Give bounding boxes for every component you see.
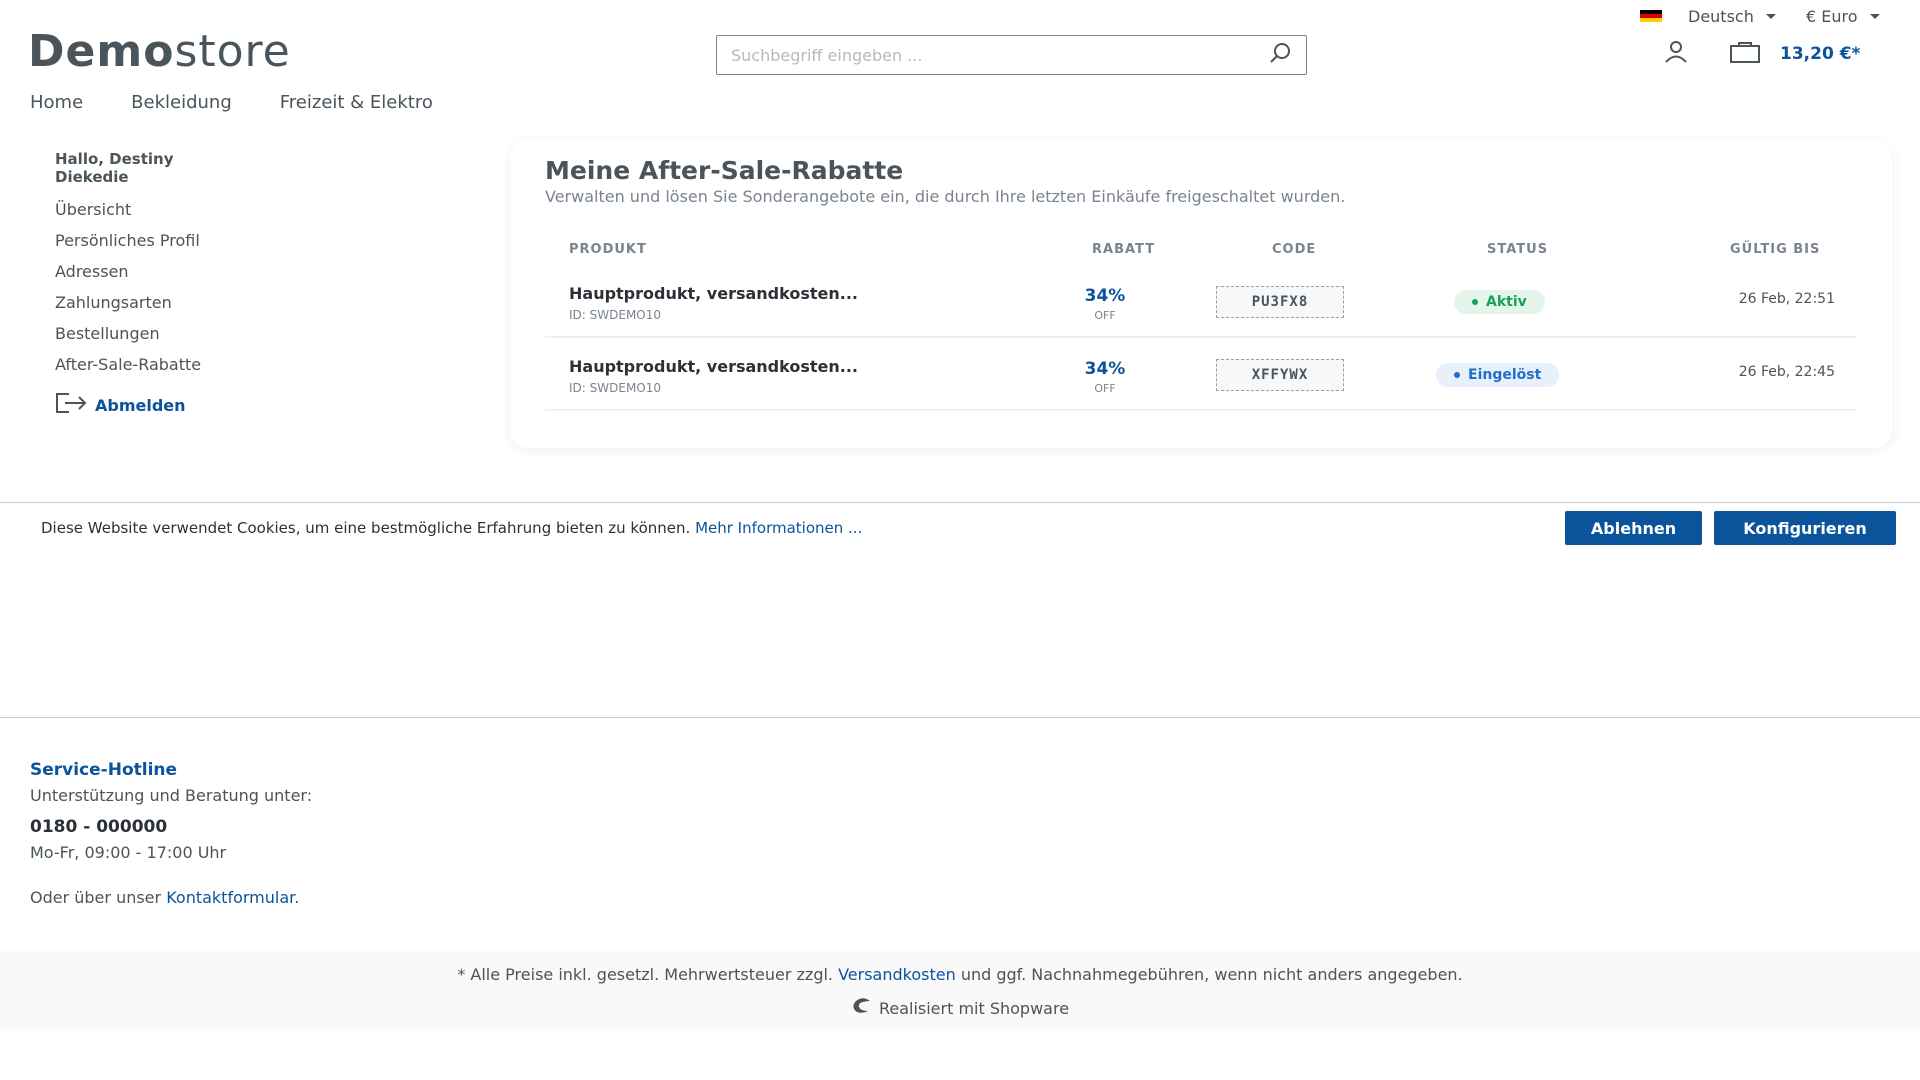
account-icon[interactable]: [1662, 38, 1690, 70]
chevron-down-icon: [1869, 13, 1880, 19]
discount-code[interactable]: XFFYWX: [1216, 359, 1344, 391]
shopware-logo-icon: [851, 997, 873, 1019]
footer-contact: Oder über unser Kontaktformular.: [30, 888, 299, 907]
footer-bottom-bar: * Alle Preise inkl. gesetzl. Mehrwertste…: [0, 951, 1920, 1031]
logo-light: store: [174, 26, 291, 77]
status-dot-icon: [1472, 299, 1478, 305]
footer-contact-suffix: .: [294, 888, 300, 907]
column-header-product: PRODUKT: [569, 242, 647, 257]
logo-bold: Demo: [28, 26, 175, 77]
footer-phone: 0180 - 000000: [30, 817, 168, 837]
cookie-more-info-link[interactable]: Mehr Informationen ...: [695, 519, 862, 537]
after-sale-discounts-card: Meine After-Sale-Rabatte Verwalten und l…: [510, 140, 1892, 448]
currency-selector[interactable]: € Euro: [1806, 5, 1880, 27]
valid-until: 26 Feb, 22:45: [1738, 364, 1835, 380]
sidebar-item-orders[interactable]: Bestellungen: [55, 324, 285, 355]
footer-hotline-title: Service-Hotline: [30, 760, 178, 780]
cookie-message: Diese Website verwendet Cookies, um eine…: [41, 519, 691, 537]
column-header-valid-until: GÜLTIG BIS: [1730, 242, 1821, 257]
status-badge: Aktiv: [1454, 290, 1545, 314]
table-row: Hauptprodukt, versandkosten... ID: SWDEM…: [545, 266, 1857, 338]
status-badge: Eingelöst: [1436, 363, 1560, 387]
discount-percent: 34%: [1084, 359, 1126, 379]
currency-label: € Euro: [1806, 6, 1858, 26]
footer-shipping-link[interactable]: Versandkosten: [838, 965, 956, 984]
cookie-decline-button[interactable]: Ablehnen: [1565, 511, 1702, 545]
cookie-text: Diese Website verwendet Cookies, um eine…: [41, 519, 862, 537]
column-header-code: CODE: [1272, 242, 1317, 257]
valid-until: 26 Feb, 22:51: [1738, 291, 1835, 307]
discount-off-label: OFF: [1094, 382, 1116, 395]
footer-support-text: Unterstützung und Beratung unter:: [30, 786, 313, 805]
greeting-line-1: Hallo, Destiny: [55, 150, 174, 168]
footer-vat-suffix: und ggf. Nachnahmegebühren, wenn nicht a…: [960, 965, 1463, 984]
table-row: Hauptprodukt, versandkosten... ID: SWDEM…: [545, 339, 1857, 411]
german-flag-icon: [1640, 10, 1662, 22]
greeting: Hallo, Destiny Diekedie: [55, 150, 285, 186]
discount-off-label: OFF: [1094, 309, 1116, 322]
sidebar-item-addresses[interactable]: Adressen: [55, 262, 285, 293]
logout-link[interactable]: Abmelden: [55, 391, 285, 419]
logout-label: Abmelden: [95, 395, 186, 415]
sidebar-item-profile[interactable]: Persönliches Profil: [55, 231, 285, 262]
page-title: Meine After-Sale-Rabatte: [545, 156, 904, 185]
nav-item-freizeit-elektro[interactable]: Freizeit & Elektro: [280, 92, 433, 113]
header-actions: 13,20 €*: [1662, 38, 1860, 70]
footer-contact-link[interactable]: Kontaktformular: [166, 888, 294, 907]
cookie-configure-button[interactable]: Konfigurieren: [1714, 511, 1896, 545]
footer-hours: Mo-Fr, 09:00 - 17:00 Uhr: [30, 843, 227, 862]
chevron-down-icon: [1765, 13, 1776, 19]
page-subtitle: Verwalten und lösen Sie Sonderangebote e…: [545, 187, 1346, 206]
footer-powered-by[interactable]: Realisiert mit Shopware: [0, 997, 1920, 1019]
cookie-banner: Diese Website verwendet Cookies, um eine…: [0, 502, 1920, 718]
cart-total[interactable]: 13,20 €*: [1780, 44, 1860, 64]
status-label: Aktiv: [1486, 294, 1527, 310]
nav-item-home[interactable]: Home: [30, 92, 83, 113]
column-header-status: STATUS: [1487, 242, 1549, 257]
product-id: ID: SWDEMO10: [569, 381, 662, 395]
product-id: ID: SWDEMO10: [569, 308, 662, 322]
account-sidebar: Hallo, Destiny Diekedie Übersicht Persön…: [55, 150, 285, 419]
search-bar: [716, 35, 1307, 75]
discount-code[interactable]: PU3FX8: [1216, 286, 1344, 318]
product-name: Hauptprodukt, versandkosten...: [569, 357, 858, 376]
language-selector[interactable]: Deutsch: [1640, 5, 1776, 27]
search-icon[interactable]: [1268, 41, 1292, 69]
footer-vat-prefix: * Alle Preise inkl. gesetzl. Mehrwertste…: [457, 965, 833, 984]
search-input[interactable]: [731, 45, 1268, 65]
greeting-line-2: Diekedie: [55, 168, 129, 186]
sidebar-item-after-sale-discounts[interactable]: After-Sale-Rabatte: [55, 355, 285, 386]
status-label: Eingelöst: [1468, 367, 1542, 383]
powered-by-label: Realisiert mit Shopware: [878, 998, 1070, 1018]
status-dot-icon: [1454, 372, 1460, 378]
language-label: Deutsch: [1688, 6, 1754, 26]
discount-percent: 34%: [1084, 286, 1126, 306]
sidebar-item-payment-methods[interactable]: Zahlungsarten: [55, 293, 285, 324]
footer-contact-prefix: Oder über unser: [30, 888, 162, 907]
footer-vat-notice: * Alle Preise inkl. gesetzl. Mehrwertste…: [0, 965, 1920, 984]
column-header-discount: RABATT: [1092, 242, 1156, 257]
cart-icon[interactable]: [1728, 39, 1762, 69]
sidebar-item-overview[interactable]: Übersicht: [55, 200, 285, 231]
store-logo[interactable]: Demostore: [28, 26, 291, 78]
main-navigation: Home Bekleidung Freizeit & Elektro: [30, 92, 433, 113]
logout-icon: [55, 391, 89, 419]
product-name: Hauptprodukt, versandkosten...: [569, 284, 858, 303]
nav-item-bekleidung[interactable]: Bekleidung: [131, 92, 232, 113]
